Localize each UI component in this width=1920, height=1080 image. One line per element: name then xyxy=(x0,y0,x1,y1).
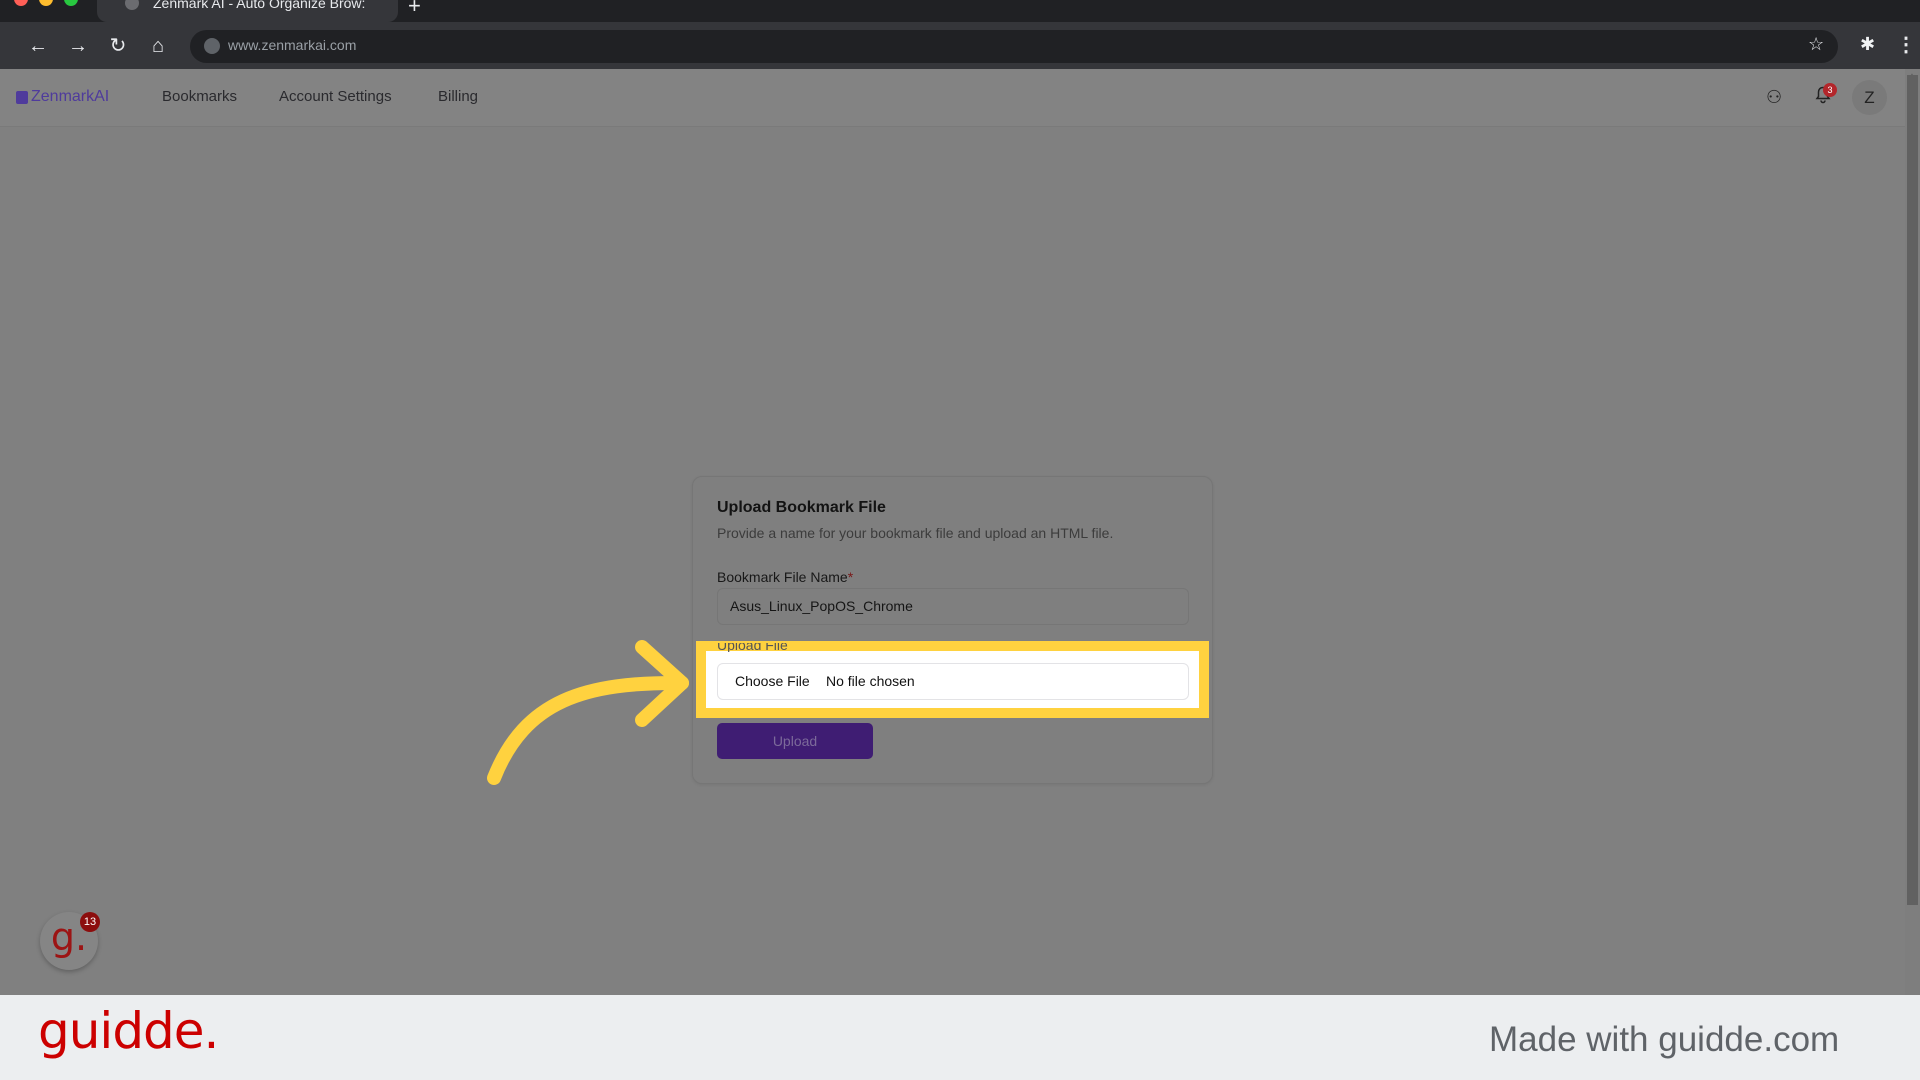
scrollbar-thumb[interactable] xyxy=(1907,75,1918,905)
required-asterisk: * xyxy=(847,569,854,585)
home-icon[interactable]: ⌂ xyxy=(144,32,172,60)
guidde-widget-badge: 13 xyxy=(80,912,100,932)
nav-account-settings[interactable]: Account Settings xyxy=(279,88,392,105)
address-bar[interactable] xyxy=(190,30,1838,63)
guidde-logo: guidde. xyxy=(38,1002,219,1060)
annotation-arrow-icon xyxy=(487,640,689,785)
upload-file-label: Upload File xyxy=(717,643,788,652)
app-logo[interactable]: ZenmarkAI xyxy=(31,88,109,106)
forward-arrow-icon[interactable]: → xyxy=(64,32,92,60)
bookmark-file-name-input[interactable]: Asus_Linux_PopOS_Chrome xyxy=(717,588,1189,625)
card-title: Upload Bookmark File xyxy=(717,499,886,516)
reload-icon[interactable]: ↻ xyxy=(104,32,132,60)
card-description: Provide a name for your bookmark file an… xyxy=(717,525,1114,541)
zenmark-logo-icon xyxy=(16,91,28,104)
back-arrow-icon[interactable]: ← xyxy=(24,32,52,60)
no-file-chosen-text: No file chosen xyxy=(826,673,915,689)
credits-coins-icon[interactable]: ⚇ xyxy=(1766,87,1782,108)
url-text[interactable]: www.zenmarkai.com xyxy=(228,37,356,53)
file-name-label-text: Bookmark File Name xyxy=(717,569,848,585)
tab-title: Zenmark AI - Auto Organize Brow: xyxy=(153,0,366,11)
site-info-icon[interactable] xyxy=(204,38,220,54)
choose-file-button[interactable]: Choose File xyxy=(735,669,810,693)
file-name-label: Bookmark File Name* xyxy=(717,569,853,585)
extensions-puzzle-icon[interactable]: ✱ xyxy=(1860,34,1875,55)
new-tab-button[interactable]: + xyxy=(408,0,421,19)
browser-menu-icon[interactable]: ⋮ xyxy=(1896,32,1916,57)
bookmark-star-icon[interactable]: ☆ xyxy=(1808,34,1824,55)
nav-bookmarks[interactable]: Bookmarks xyxy=(162,88,237,105)
made-with-guidde-text: Made with guidde.com xyxy=(1489,1020,1840,1059)
user-avatar[interactable]: Z xyxy=(1852,80,1887,115)
upload-button[interactable]: Upload xyxy=(717,723,873,759)
notification-badge: 3 xyxy=(1823,83,1837,97)
nav-billing[interactable]: Billing xyxy=(438,88,478,105)
